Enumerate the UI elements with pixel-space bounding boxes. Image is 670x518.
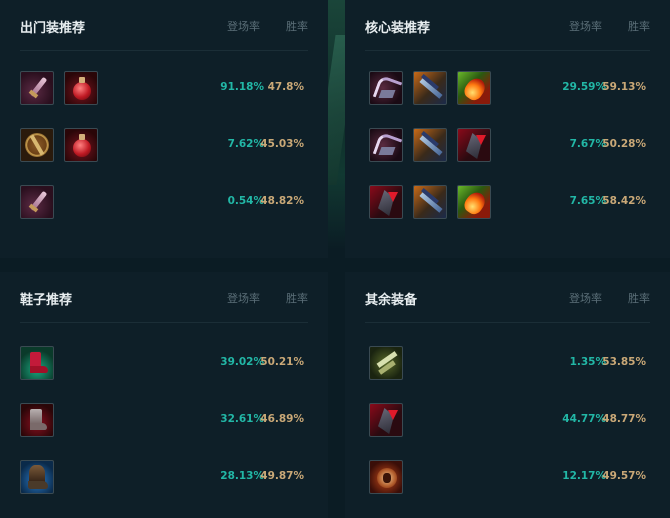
panel-header: 鞋子推荐 登场率 胜率 (20, 286, 308, 323)
panel-header: 出门装推荐 登场率 胜率 (20, 14, 308, 51)
dagger-icon[interactable] (20, 185, 54, 219)
crimson-icon[interactable] (369, 403, 403, 437)
win-rate-value: 49.57% (602, 470, 646, 482)
bow-icon[interactable] (413, 128, 447, 162)
pick-rate-header: 登场率 (569, 292, 602, 305)
pick-rate-value: 7.67% (569, 138, 606, 150)
dagger-icon[interactable] (20, 71, 54, 105)
claw-icon[interactable] (369, 128, 403, 162)
pick-rate-value: 1.35% (569, 356, 606, 368)
win-rate-value: 45.03% (260, 138, 304, 150)
pick-rate-value: 28.13% (220, 470, 264, 482)
potion-icon[interactable] (64, 128, 98, 162)
boot-blue-icon[interactable] (20, 460, 54, 494)
build-row[interactable]: 91.18% 47.8% (20, 71, 308, 107)
build-row[interactable]: 39.02% 50.21% (20, 346, 308, 382)
build-row[interactable]: 7.62% 45.03% (20, 128, 308, 164)
bow-icon[interactable] (413, 71, 447, 105)
win-rate-value: 46.89% (260, 413, 304, 425)
boots-panel: 鞋子推荐 登场率 胜率 39.02% 50.21% 32.61% 46.89% … (0, 272, 328, 518)
potion-icon[interactable] (64, 71, 98, 105)
ember-icon[interactable] (369, 460, 403, 494)
build-row[interactable]: 32.61% 46.89% (20, 403, 308, 439)
build-row[interactable]: 44.77% 48.77% (365, 403, 650, 439)
bow-icon[interactable] (413, 185, 447, 219)
olive-icon[interactable] (369, 346, 403, 380)
build-row[interactable]: 28.13% 49.87% (20, 460, 308, 496)
build-row[interactable]: 29.59% 59.13% (365, 71, 650, 107)
pick-rate-value: 29.59% (562, 81, 606, 93)
pick-rate-value: 7.65% (569, 195, 606, 207)
pick-rate-header: 登场率 (227, 20, 260, 33)
build-row[interactable]: 7.67% 50.28% (365, 128, 650, 164)
build-row[interactable]: 12.17% 49.57% (365, 460, 650, 496)
pick-rate-header: 登场率 (569, 20, 602, 33)
crimson-icon[interactable] (457, 128, 491, 162)
win-rate-header: 胜率 (286, 292, 308, 305)
core-items-panel: 核心装推荐 登场率 胜率 29.59% 59.13% 7.67% 50.28% … (345, 0, 670, 258)
starting-items-panel: 出门装推荐 登场率 胜率 91.18% 47.8% 7.62% 45.03% 0… (0, 0, 328, 258)
other-items-panel: 其余装备 登场率 胜率 1.35% 53.85% 44.77% 48.77% 1… (345, 272, 670, 518)
panel-title: 其余装备 (365, 293, 418, 308)
pick-rate-value: 32.61% (220, 413, 264, 425)
pick-rate-value: 91.18% (220, 81, 264, 93)
pick-rate-value: 0.54% (227, 195, 264, 207)
build-row[interactable]: 7.65% 58.42% (365, 185, 650, 221)
win-rate-value: 47.8% (267, 81, 304, 93)
win-rate-value: 53.85% (602, 356, 646, 368)
win-rate-header: 胜率 (628, 20, 650, 33)
pick-rate-value: 7.62% (227, 138, 264, 150)
panel-header: 核心装推荐 登场率 胜率 (365, 14, 650, 51)
pick-rate-value: 12.17% (562, 470, 606, 482)
win-rate-header: 胜率 (628, 292, 650, 305)
fire-icon[interactable] (457, 71, 491, 105)
panel-header: 其余装备 登场率 胜率 (365, 286, 650, 323)
pick-rate-value: 39.02% (220, 356, 264, 368)
pick-rate-value: 44.77% (562, 413, 606, 425)
win-rate-header: 胜率 (286, 20, 308, 33)
fire-icon[interactable] (457, 185, 491, 219)
win-rate-value: 48.82% (260, 195, 304, 207)
boot-red-icon[interactable] (20, 403, 54, 437)
boot-green-icon[interactable] (20, 346, 54, 380)
win-rate-value: 59.13% (602, 81, 646, 93)
build-row[interactable]: 1.35% 53.85% (365, 346, 650, 382)
pick-rate-header: 登场率 (227, 292, 260, 305)
win-rate-value: 50.21% (260, 356, 304, 368)
panel-title: 核心装推荐 (365, 21, 431, 36)
panel-title: 鞋子推荐 (20, 293, 73, 308)
build-row[interactable]: 0.54% 48.82% (20, 185, 308, 221)
claw-icon[interactable] (369, 71, 403, 105)
shield-icon[interactable] (20, 128, 54, 162)
win-rate-value: 50.28% (602, 138, 646, 150)
panel-title: 出门装推荐 (20, 21, 86, 36)
win-rate-value: 49.87% (260, 470, 304, 482)
win-rate-value: 48.77% (602, 413, 646, 425)
crimson-icon[interactable] (369, 185, 403, 219)
win-rate-value: 58.42% (602, 195, 646, 207)
